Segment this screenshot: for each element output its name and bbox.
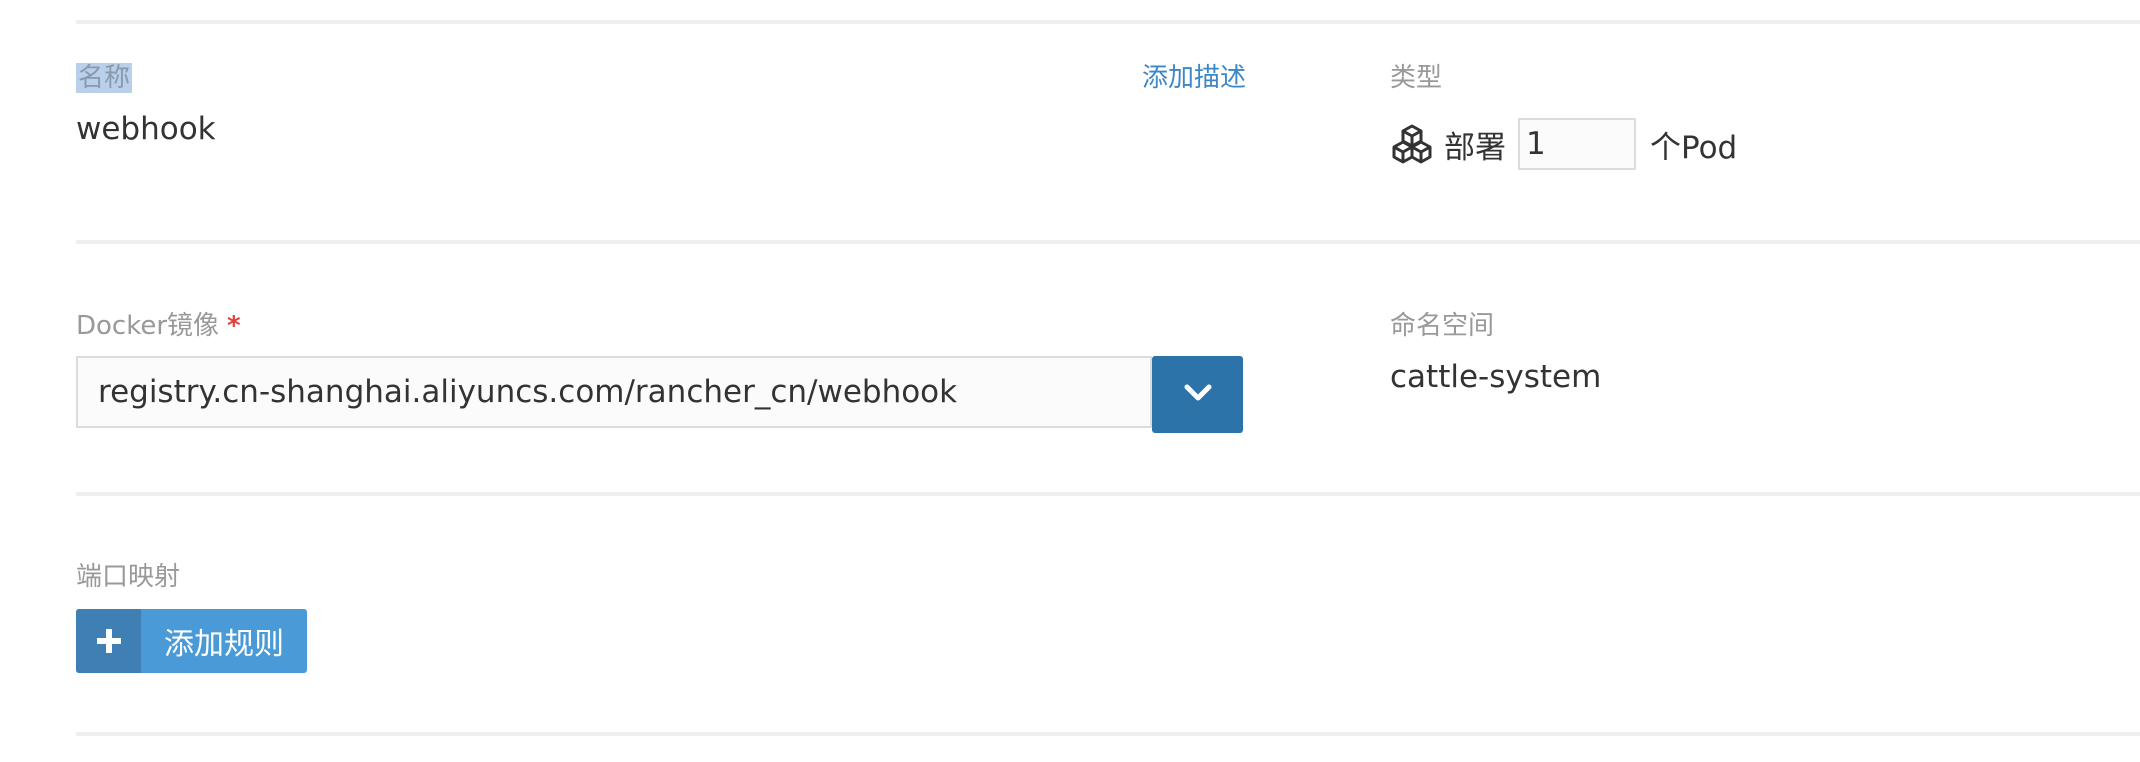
deployment-cubes-icon	[1390, 122, 1434, 166]
section-divider-2	[76, 492, 2140, 496]
section-divider-top	[76, 20, 2140, 24]
required-marker: *	[227, 311, 241, 341]
docker-image-input[interactable]: registry.cn-shanghai.aliyuncs.com/ranche…	[76, 356, 1152, 428]
type-row: 部署 1 个Pod	[1390, 118, 1737, 170]
name-label: 名称	[76, 60, 133, 96]
port-mapping-label: 端口映射	[76, 562, 181, 592]
section-divider-bottom	[76, 732, 2140, 736]
plus-icon	[76, 609, 141, 673]
type-label: 类型	[1390, 63, 1443, 93]
docker-image-label-text: Docker镜像	[76, 311, 220, 341]
pod-count-input[interactable]: 1	[1518, 118, 1636, 170]
name-label-text: 名称	[76, 63, 133, 93]
namespace-label: 命名空间	[1390, 311, 1495, 341]
section-divider-1	[76, 240, 2140, 244]
add-description-link[interactable]: 添加描述	[1142, 60, 1246, 96]
add-rule-button[interactable]: 添加规则	[76, 609, 307, 673]
name-value[interactable]: webhook	[76, 109, 216, 149]
docker-image-label: Docker镜像 *	[76, 308, 241, 344]
workload-form: 名称 添加描述 webhook 类型 部署 1 个Pod Docker镜像 * …	[0, 0, 2140, 762]
chevron-down-icon	[1183, 383, 1213, 407]
pod-unit-label: 个Pod	[1650, 129, 1738, 166]
deploy-type-label: 部署	[1444, 129, 1506, 166]
namespace-value: cattle-system	[1390, 359, 1602, 395]
image-dropdown-button[interactable]	[1152, 356, 1243, 433]
add-rule-label: 添加规则	[164, 627, 284, 662]
